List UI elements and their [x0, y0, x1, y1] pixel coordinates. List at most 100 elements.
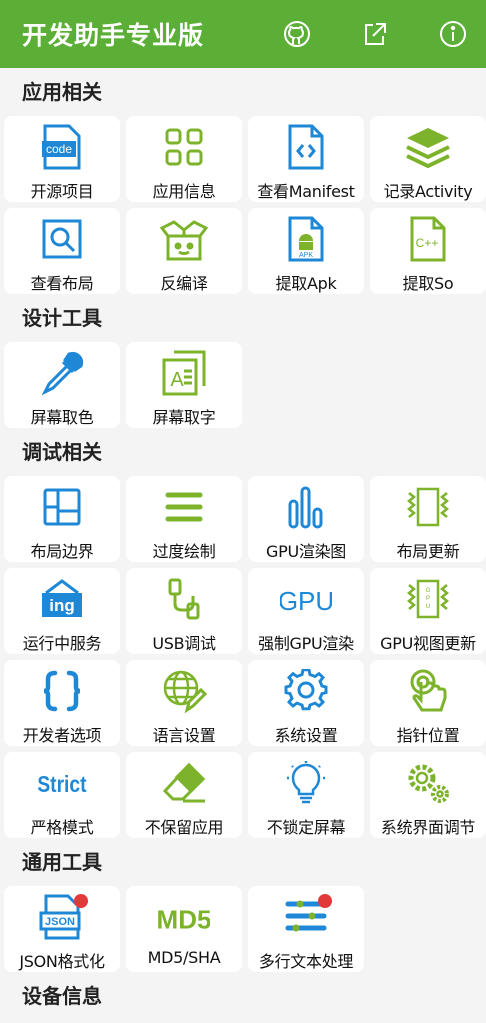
globe-edit-icon — [158, 666, 210, 716]
tile-decompile[interactable]: 反编译 — [126, 208, 242, 294]
layout-bounds-icon — [36, 482, 88, 532]
info-icon[interactable] — [438, 19, 468, 49]
general-tools-grid: JSON JSON格式化 MD5 MD5/SHA 多行文本处理 — [0, 886, 486, 972]
tile-label: 严格模式 — [30, 818, 94, 837]
ing-icon: ing — [36, 574, 88, 624]
gear-icon — [280, 666, 332, 716]
apk-text: APK — [299, 252, 313, 259]
tile-developer-options[interactable]: 开发者选项 — [4, 660, 120, 746]
tile-layout-update[interactable]: 布局更新 — [370, 476, 486, 562]
tile-label: 运行中服务 — [22, 634, 102, 653]
tile-extract-so[interactable]: C++ 提取So — [370, 208, 486, 294]
tile-running-services[interactable]: ing 运行中服务 — [4, 568, 120, 654]
tile-label: 指针位置 — [396, 726, 460, 745]
tile-multiline-text[interactable]: 多行文本处理 — [248, 886, 364, 972]
dropper-icon — [36, 348, 88, 398]
tile-view-manifest[interactable]: 查看Manifest — [248, 116, 364, 202]
notification-badge — [318, 894, 332, 908]
tile-label: 开源项目 — [30, 182, 94, 201]
tile-label: 提取So — [402, 274, 454, 293]
tile-label: 布局更新 — [396, 542, 460, 561]
tile-label: 多行文本处理 — [258, 952, 354, 971]
ing-text: ing — [49, 596, 75, 615]
debug-tools-grid: 布局边界 过度绘制 GPU渲染图 布局更新 ing 运行中服务 USB调试 GP… — [0, 476, 486, 838]
tile-label: GPU视图更新 — [380, 634, 476, 653]
json-text: JSON — [45, 916, 75, 928]
usb-icon — [158, 574, 210, 624]
bar-chart-icon — [280, 482, 332, 532]
text-capture-icon: A — [158, 348, 210, 398]
touch-pointer-icon — [402, 666, 454, 716]
tile-label: 布局边界 — [30, 542, 94, 561]
tile-language[interactable]: 语言设置 — [126, 660, 242, 746]
tile-dont-keep-apps[interactable]: 不保留应用 — [126, 752, 242, 838]
gpu-text: GPU — [280, 586, 332, 616]
cpp-text: C++ — [416, 236, 439, 250]
tile-app-info[interactable]: 应用信息 — [126, 116, 242, 202]
gpu-text-icon: GPU — [280, 574, 332, 624]
tile-label: GPU渲染图 — [266, 542, 346, 561]
section-title-device: 设备信息 — [22, 984, 102, 1008]
tile-strict-mode[interactable]: Strict 严格模式 — [4, 752, 120, 838]
tile-label: 不保留应用 — [144, 818, 224, 837]
tile-layout-bounds[interactable]: 布局边界 — [4, 476, 120, 562]
tile-label: JSON格式化 — [19, 952, 105, 971]
eraser-icon — [158, 758, 210, 808]
tile-label: 屏幕取色 — [30, 408, 94, 427]
layers-icon — [402, 122, 454, 172]
section-title-debug: 调试相关 — [22, 440, 102, 464]
tile-open-source[interactable]: code 开源项目 — [4, 116, 120, 202]
tile-label: 系统界面调节 — [380, 818, 476, 837]
strict-icon: Strict — [36, 758, 88, 808]
grid-apps-icon — [158, 122, 210, 172]
section-title-design: 设计工具 — [22, 306, 102, 330]
code-text: code — [46, 142, 72, 156]
tile-label: 反编译 — [160, 274, 208, 293]
app-title: 开发助手专业版 — [22, 21, 205, 50]
tile-extract-apk[interactable]: APK 提取Apk — [248, 208, 364, 294]
tile-overdraw[interactable]: 过度绘制 — [126, 476, 242, 562]
md5-icon: MD5 — [158, 892, 210, 942]
svg-text:G: G — [426, 588, 431, 594]
tile-stay-awake[interactable]: 不锁定屏幕 — [248, 752, 364, 838]
tile-label: 查看Manifest — [257, 182, 355, 201]
tile-label: 记录Activity — [383, 182, 473, 201]
share-icon[interactable] — [360, 19, 390, 49]
tile-label: 不锁定屏幕 — [266, 818, 346, 837]
tile-label: 应用信息 — [152, 182, 216, 201]
braces-icon — [36, 666, 88, 716]
svg-text:P: P — [426, 596, 430, 602]
section-title-app: 应用相关 — [22, 80, 102, 104]
tile-system-settings[interactable]: 系统设置 — [248, 660, 364, 746]
tile-label: 过度绘制 — [152, 542, 216, 561]
tile-force-gpu[interactable]: GPU 强制GPU渲染 — [248, 568, 364, 654]
github-icon[interactable] — [282, 19, 312, 49]
tile-gpu-render[interactable]: GPU渲染图 — [248, 476, 364, 562]
section-title-general: 通用工具 — [22, 850, 102, 874]
a-text: A — [170, 369, 184, 391]
tile-label: USB调试 — [152, 634, 216, 653]
tile-json-format[interactable]: JSON JSON格式化 — [4, 886, 120, 972]
tile-gpu-view-update[interactable]: G P U GPU视图更新 — [370, 568, 486, 654]
tile-label: 强制GPU渲染 — [258, 634, 354, 653]
bulb-icon — [280, 758, 332, 808]
tile-label: 开发者选项 — [22, 726, 102, 745]
app-bar: 开发助手专业版 — [0, 0, 486, 68]
tile-pointer-location[interactable]: 指针位置 — [370, 660, 486, 746]
tile-record-activity[interactable]: 记录Activity — [370, 116, 486, 202]
menu-lines-icon — [158, 482, 210, 532]
manifest-file-icon — [280, 122, 332, 172]
tile-text-capture[interactable]: A 屏幕取字 — [126, 342, 242, 428]
tile-system-ui-tuner[interactable]: 系统界面调节 — [370, 752, 486, 838]
tile-label: 查看布局 — [30, 274, 94, 293]
tile-label: 语言设置 — [152, 726, 216, 745]
tile-md5-sha[interactable]: MD5 MD5/SHA — [126, 886, 242, 972]
svg-text:U: U — [426, 604, 430, 610]
tile-color-picker[interactable]: 屏幕取色 — [4, 342, 120, 428]
tile-view-layout[interactable]: 查看布局 — [4, 208, 120, 294]
app-tools-grid: code 开源项目 应用信息 查看Manifest 记录Activity 查看布… — [0, 116, 486, 294]
open-box-icon — [158, 214, 210, 264]
cpp-file-icon: C++ — [402, 214, 454, 264]
tile-usb-debug[interactable]: USB调试 — [126, 568, 242, 654]
strict-text: Strict — [37, 771, 86, 797]
